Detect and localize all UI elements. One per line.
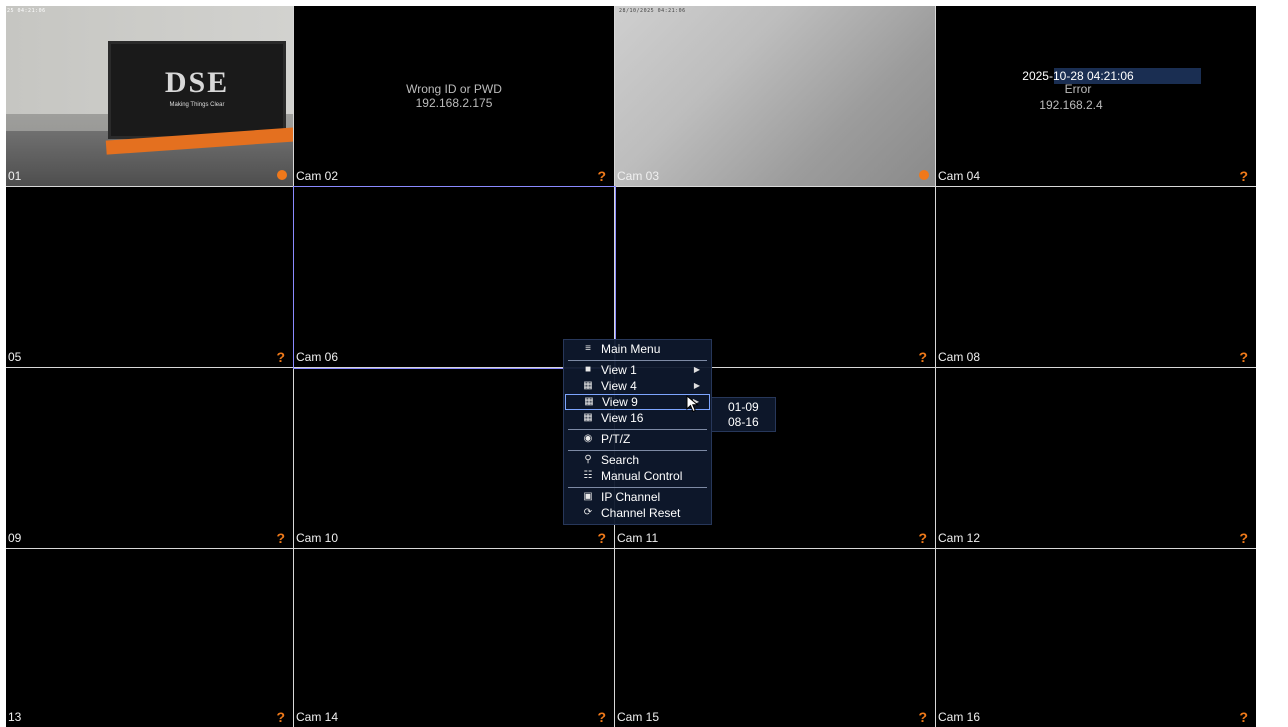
chevron-right-icon: ▶ [693,365,700,374]
dse-logo: DSE [164,66,230,99]
menu-item-label: View 1 [601,363,637,377]
mouse-cursor-icon [686,395,699,413]
menu-item-search[interactable]: ⚲ Search [565,452,710,468]
offline-question-icon: ? [1239,168,1248,184]
menu-separator [568,450,707,451]
menu-item-channel-reset[interactable]: ⟳ Channel Reset [565,505,710,521]
offline-question-icon: ? [918,530,927,546]
submenu-item-08-16[interactable]: 08-16 [728,415,759,429]
offline-question-icon: ? [597,709,606,725]
camera-feed-03 [615,6,935,186]
camera-label: Cam 11 [617,531,659,545]
offline-question-icon: ? [1239,349,1248,365]
camera-tile-15[interactable]: Cam 15 ? [615,549,936,727]
ip-channel-icon: ▣ [583,491,593,502]
channel-reset-icon: ⟳ [583,507,593,518]
camera-timestamp: 25 04:21:06 [7,8,46,14]
menu-item-label: IP Channel [601,490,661,504]
recording-dot-icon [919,170,929,180]
view-9-submenu: 01-09 08-16 [711,397,776,432]
camera-tile-14[interactable]: Cam 14 ? [294,549,615,727]
sixteen-view-icon: ▦ [583,412,593,423]
camera-tile-16[interactable]: Cam 16 ? [936,549,1256,727]
offline-question-icon: ? [276,349,285,365]
dse-tagline: Making Things Clear [169,102,225,108]
context-menu: ≡ Main Menu ■ View 1 ▶ ▦ View 4 ▶ ▦ View… [563,339,712,525]
camera-tile-02[interactable]: Wrong ID or PWD 192.168.2.175 Cam 02 ? [294,6,615,187]
ptz-icon: ◉ [583,433,593,444]
menu-item-view-1[interactable]: ■ View 1 ▶ [565,362,710,378]
camera-tile-03[interactable]: 28/10/2025 04:21:06 Cam 03 [615,6,936,187]
menu-item-view-4[interactable]: ▦ View 4 ▶ [565,378,710,394]
camera-tile-13[interactable]: 13 ? [6,549,294,727]
camera-label: Cam 14 [296,710,339,724]
menu-item-label: View 9 [602,395,638,409]
camera-label: Cam 12 [938,531,981,545]
camera-label: Cam 03 [617,169,660,183]
submenu-item-01-09[interactable]: 01-09 [728,400,759,414]
menu-item-label: View 16 [601,411,644,425]
recording-dot-icon [277,170,287,180]
menu-item-label: Main Menu [601,342,661,356]
menu-separator [568,429,707,430]
menu-item-label: Manual Control [601,469,683,483]
menu-item-main-menu[interactable]: ≡ Main Menu [565,341,710,357]
camera-timestamp: 28/10/2025 04:21:06 [619,8,686,14]
camera-label: 09 [8,531,22,545]
camera-datetime: 2025-10-28 04:21:06 [1022,69,1134,83]
menu-item-manual-control[interactable]: ☷ Manual Control [565,468,710,484]
offline-question-icon: ? [597,168,606,184]
offline-question-icon: ? [597,530,606,546]
dse-banner: DSE Making Things Clear [111,44,283,136]
menu-item-label: Search [601,453,640,467]
single-view-icon: ■ [584,364,592,375]
menu-item-label: Channel Reset [601,506,681,520]
chevron-right-icon: ▶ [693,381,700,390]
login-error-message: Wrong ID or PWD [406,82,502,96]
offline-question-icon: ? [918,349,927,365]
nvr-live-view-screen: DSE Making Things Clear 25 04:21:06 01 W… [0,0,1288,727]
menu-item-ip-channel[interactable]: ▣ IP Channel [565,489,710,505]
manual-control-icon: ☷ [583,470,593,481]
offline-question-icon: ? [276,530,285,546]
camera-label: Cam 08 [938,350,981,364]
camera-tile-04[interactable]: 2025-10-28 04:21:06 Error 192.168.2.4 Ca… [936,6,1256,187]
offline-question-icon: ? [918,709,927,725]
offline-question-icon: ? [1239,530,1248,546]
camera-ip-address: 192.168.2.4 [1039,98,1103,112]
camera-label: 13 [8,710,22,724]
menu-separator [568,360,707,361]
menu-item-label: View 4 [601,379,637,393]
offline-question-icon: ? [276,709,285,725]
camera-tile-12[interactable]: Cam 12 ? [936,368,1256,549]
camera-tile-09[interactable]: 09 ? [6,368,294,549]
menu-item-ptz[interactable]: ◉ P/T/Z [565,431,710,447]
menu-item-label: P/T/Z [601,432,631,446]
quad-view-icon: ▦ [583,380,593,391]
camera-tile-01[interactable]: DSE Making Things Clear 25 04:21:06 01 [6,6,294,187]
camera-label: Cam 15 [617,710,660,724]
camera-label: Cam 02 [296,169,339,183]
search-icon: ⚲ [584,454,592,465]
offline-question-icon: ? [1239,709,1248,725]
camera-feed-01: DSE Making Things Clear [6,6,293,186]
camera-label: Cam 04 [938,169,981,183]
menu-icon: ≡ [585,343,591,354]
camera-error-message: Error [1064,82,1092,96]
camera-label: 05 [8,350,22,364]
camera-tile-08[interactable]: Cam 08 ? [936,187,1256,368]
camera-label: Cam 06 [296,350,339,364]
camera-label: Cam 10 [296,531,339,545]
menu-separator [568,487,707,488]
camera-ip-address: 192.168.2.175 [415,96,493,110]
nine-view-icon: ▦ [584,396,594,407]
camera-label: 01 [8,169,22,183]
camera-tile-05[interactable]: 05 ? [6,187,294,368]
camera-label: Cam 16 [938,710,981,724]
